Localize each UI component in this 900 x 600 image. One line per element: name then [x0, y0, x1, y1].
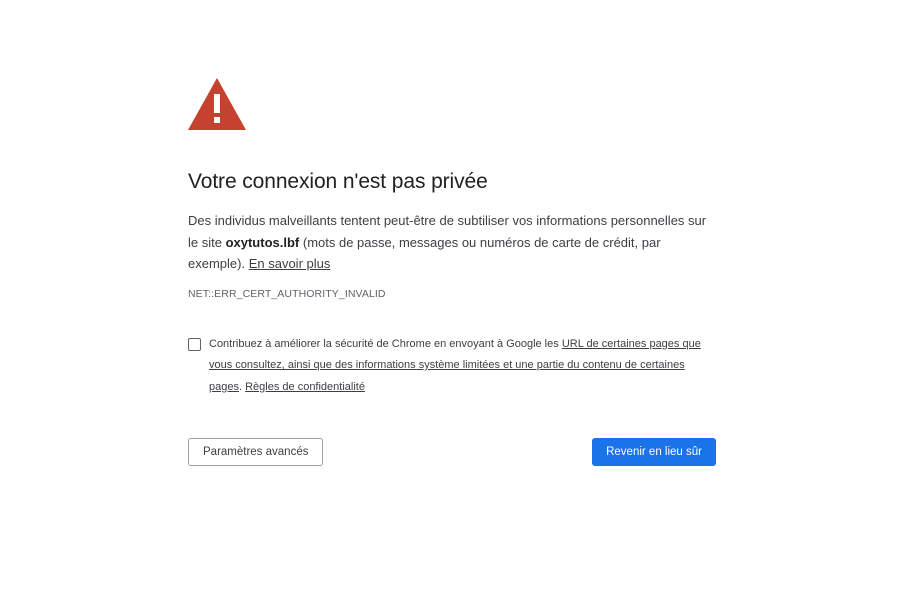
back-to-safety-button[interactable]: Revenir en lieu sûr	[592, 438, 716, 466]
advanced-settings-button[interactable]: Paramètres avancés	[188, 438, 324, 466]
warning-triangle-icon	[188, 78, 246, 130]
page-title: Votre connexion n'est pas privée	[188, 170, 488, 193]
explanation-paragraph: Des individus malveillants tentent peut-…	[188, 210, 718, 275]
learn-more-link[interactable]: En savoir plus	[249, 256, 331, 271]
interstitial-page: Votre connexion n'est pas privée Des ind…	[0, 0, 900, 600]
error-code: NET::ERR_CERT_AUTHORITY_INVALID	[188, 287, 386, 300]
optin-label: Contribuez à améliorer la sécurité de Ch…	[209, 334, 709, 399]
optin-checkbox[interactable]	[188, 337, 201, 351]
safe-browsing-optin: Contribuez à améliorer la sécurité de Ch…	[188, 334, 718, 399]
button-row: Paramètres avancés Revenir en lieu sûr	[188, 438, 716, 468]
main-content: Votre connexion n'est pas privée Des ind…	[188, 78, 718, 398]
optin-text-before: Contribuez à améliorer la sécurité de Ch…	[209, 337, 562, 350]
privacy-policy-link[interactable]: Règles de confidentialité	[245, 381, 365, 393]
site-name: oxytutos.lbf	[225, 234, 300, 250]
